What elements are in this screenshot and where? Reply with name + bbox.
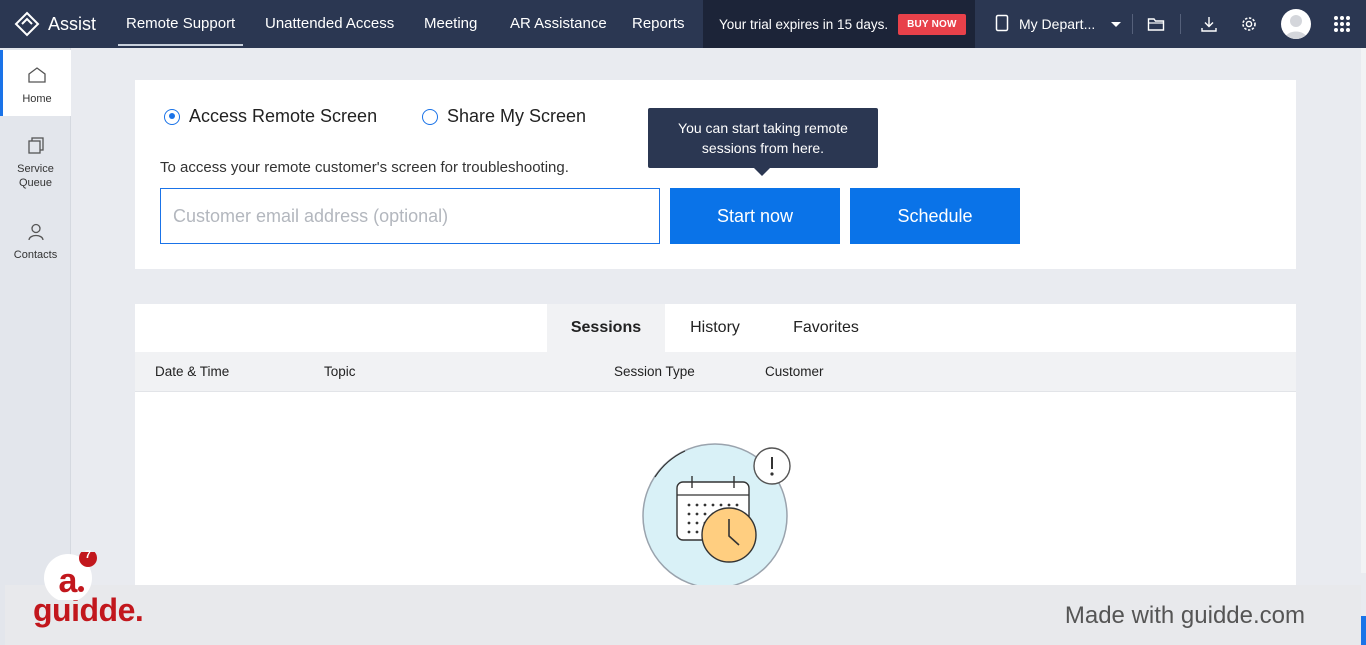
- department-label: My Depart...: [1019, 16, 1096, 32]
- svg-text:a: a: [59, 562, 79, 600]
- nav-remote-support[interactable]: Remote Support: [117, 0, 244, 48]
- service-queue-icon: [26, 136, 46, 160]
- radio-button[interactable]: [422, 108, 438, 125]
- description-text: To access your remote customer's screen …: [160, 159, 569, 176]
- notification-count-badge: 7: [84, 549, 92, 561]
- nav-reports[interactable]: Reports: [632, 0, 685, 48]
- assist-logo-icon: [14, 11, 40, 37]
- tab-sessions[interactable]: Sessions: [547, 304, 665, 352]
- nav-meeting[interactable]: Meeting: [424, 0, 477, 48]
- customer-email-input[interactable]: [160, 188, 660, 244]
- sidebar-item-label: Service: [17, 163, 54, 175]
- avatar[interactable]: [1281, 9, 1311, 39]
- trial-text: Your trial expires in 15 days.: [719, 16, 889, 32]
- sessions-tabs: Sessions History Favorites: [135, 304, 1296, 352]
- department-icon: [995, 14, 1009, 35]
- column-customer[interactable]: Customer: [765, 352, 824, 392]
- tooltip-line: You can start taking remote: [678, 120, 848, 136]
- download-icon[interactable]: [1197, 12, 1221, 36]
- start-now-button[interactable]: Start now: [670, 188, 840, 244]
- sessions-panel: Sessions History Favorites Date & Time T…: [135, 304, 1296, 594]
- nav-ar-assistance[interactable]: AR Assistance: [510, 0, 607, 48]
- tab-favorites[interactable]: Favorites: [775, 304, 877, 352]
- buy-now-button[interactable]: BUY NOW: [898, 13, 966, 35]
- sidebar-item-label: Contacts: [13, 249, 58, 261]
- sidebar-item-home[interactable]: Home: [0, 50, 71, 116]
- scrollbar-track[interactable]: [1361, 48, 1366, 573]
- sidebar-item-service-queue[interactable]: Service Queue: [0, 136, 71, 192]
- guidde-footer: guidde. Made with guidde.com: [5, 585, 1361, 645]
- radio-button[interactable]: [164, 108, 180, 125]
- made-with-text: Made with guidde.com: [1064, 602, 1305, 629]
- divider: [1180, 14, 1181, 34]
- share-my-screen-option[interactable]: Share My Screen: [422, 106, 586, 127]
- column-topic[interactable]: Topic: [324, 352, 356, 392]
- guidde-badge[interactable]: a 7: [40, 549, 97, 602]
- divider: [1132, 14, 1133, 34]
- option-label: Access Remote Screen: [189, 106, 378, 126]
- home-icon: [27, 66, 47, 88]
- top-navigation-bar: Assist Remote Support Unattended Access …: [0, 0, 1366, 48]
- column-session-type[interactable]: Session Type: [614, 352, 695, 392]
- tab-history[interactable]: History: [665, 304, 765, 352]
- access-remote-screen-option[interactable]: Access Remote Screen: [164, 106, 377, 127]
- folder-icon[interactable]: [1144, 12, 1168, 36]
- sidebar-item-label: Home: [22, 93, 52, 105]
- department-selector[interactable]: My Depart...: [995, 0, 1122, 48]
- trial-banner: Your trial expires in 15 days. BUY NOW: [703, 0, 975, 48]
- sessions-table-header: Date & Time Topic Session Type Customer: [135, 352, 1296, 392]
- brand-name: Assist: [48, 13, 97, 34]
- brand[interactable]: Assist: [14, 0, 96, 48]
- column-date-time[interactable]: Date & Time: [155, 352, 229, 392]
- option-label: Share My Screen: [447, 106, 587, 126]
- sidebar-item-label: Queue: [18, 177, 53, 189]
- contacts-icon: [26, 222, 46, 246]
- settings-icon[interactable]: [1237, 12, 1261, 36]
- empty-calendar-clock-icon: [635, 439, 795, 594]
- tooltip-line: sessions from here.: [701, 140, 825, 156]
- apps-grid-icon[interactable]: [1330, 12, 1354, 36]
- nav-unattended-access[interactable]: Unattended Access: [265, 0, 394, 48]
- sidebar-item-contacts[interactable]: Contacts: [0, 222, 71, 262]
- accent-edge: [1361, 616, 1366, 645]
- onboarding-tooltip: You can start taking remote sessions fro…: [648, 108, 878, 176]
- chevron-down-icon: [1111, 21, 1122, 27]
- schedule-button[interactable]: Schedule: [850, 188, 1020, 244]
